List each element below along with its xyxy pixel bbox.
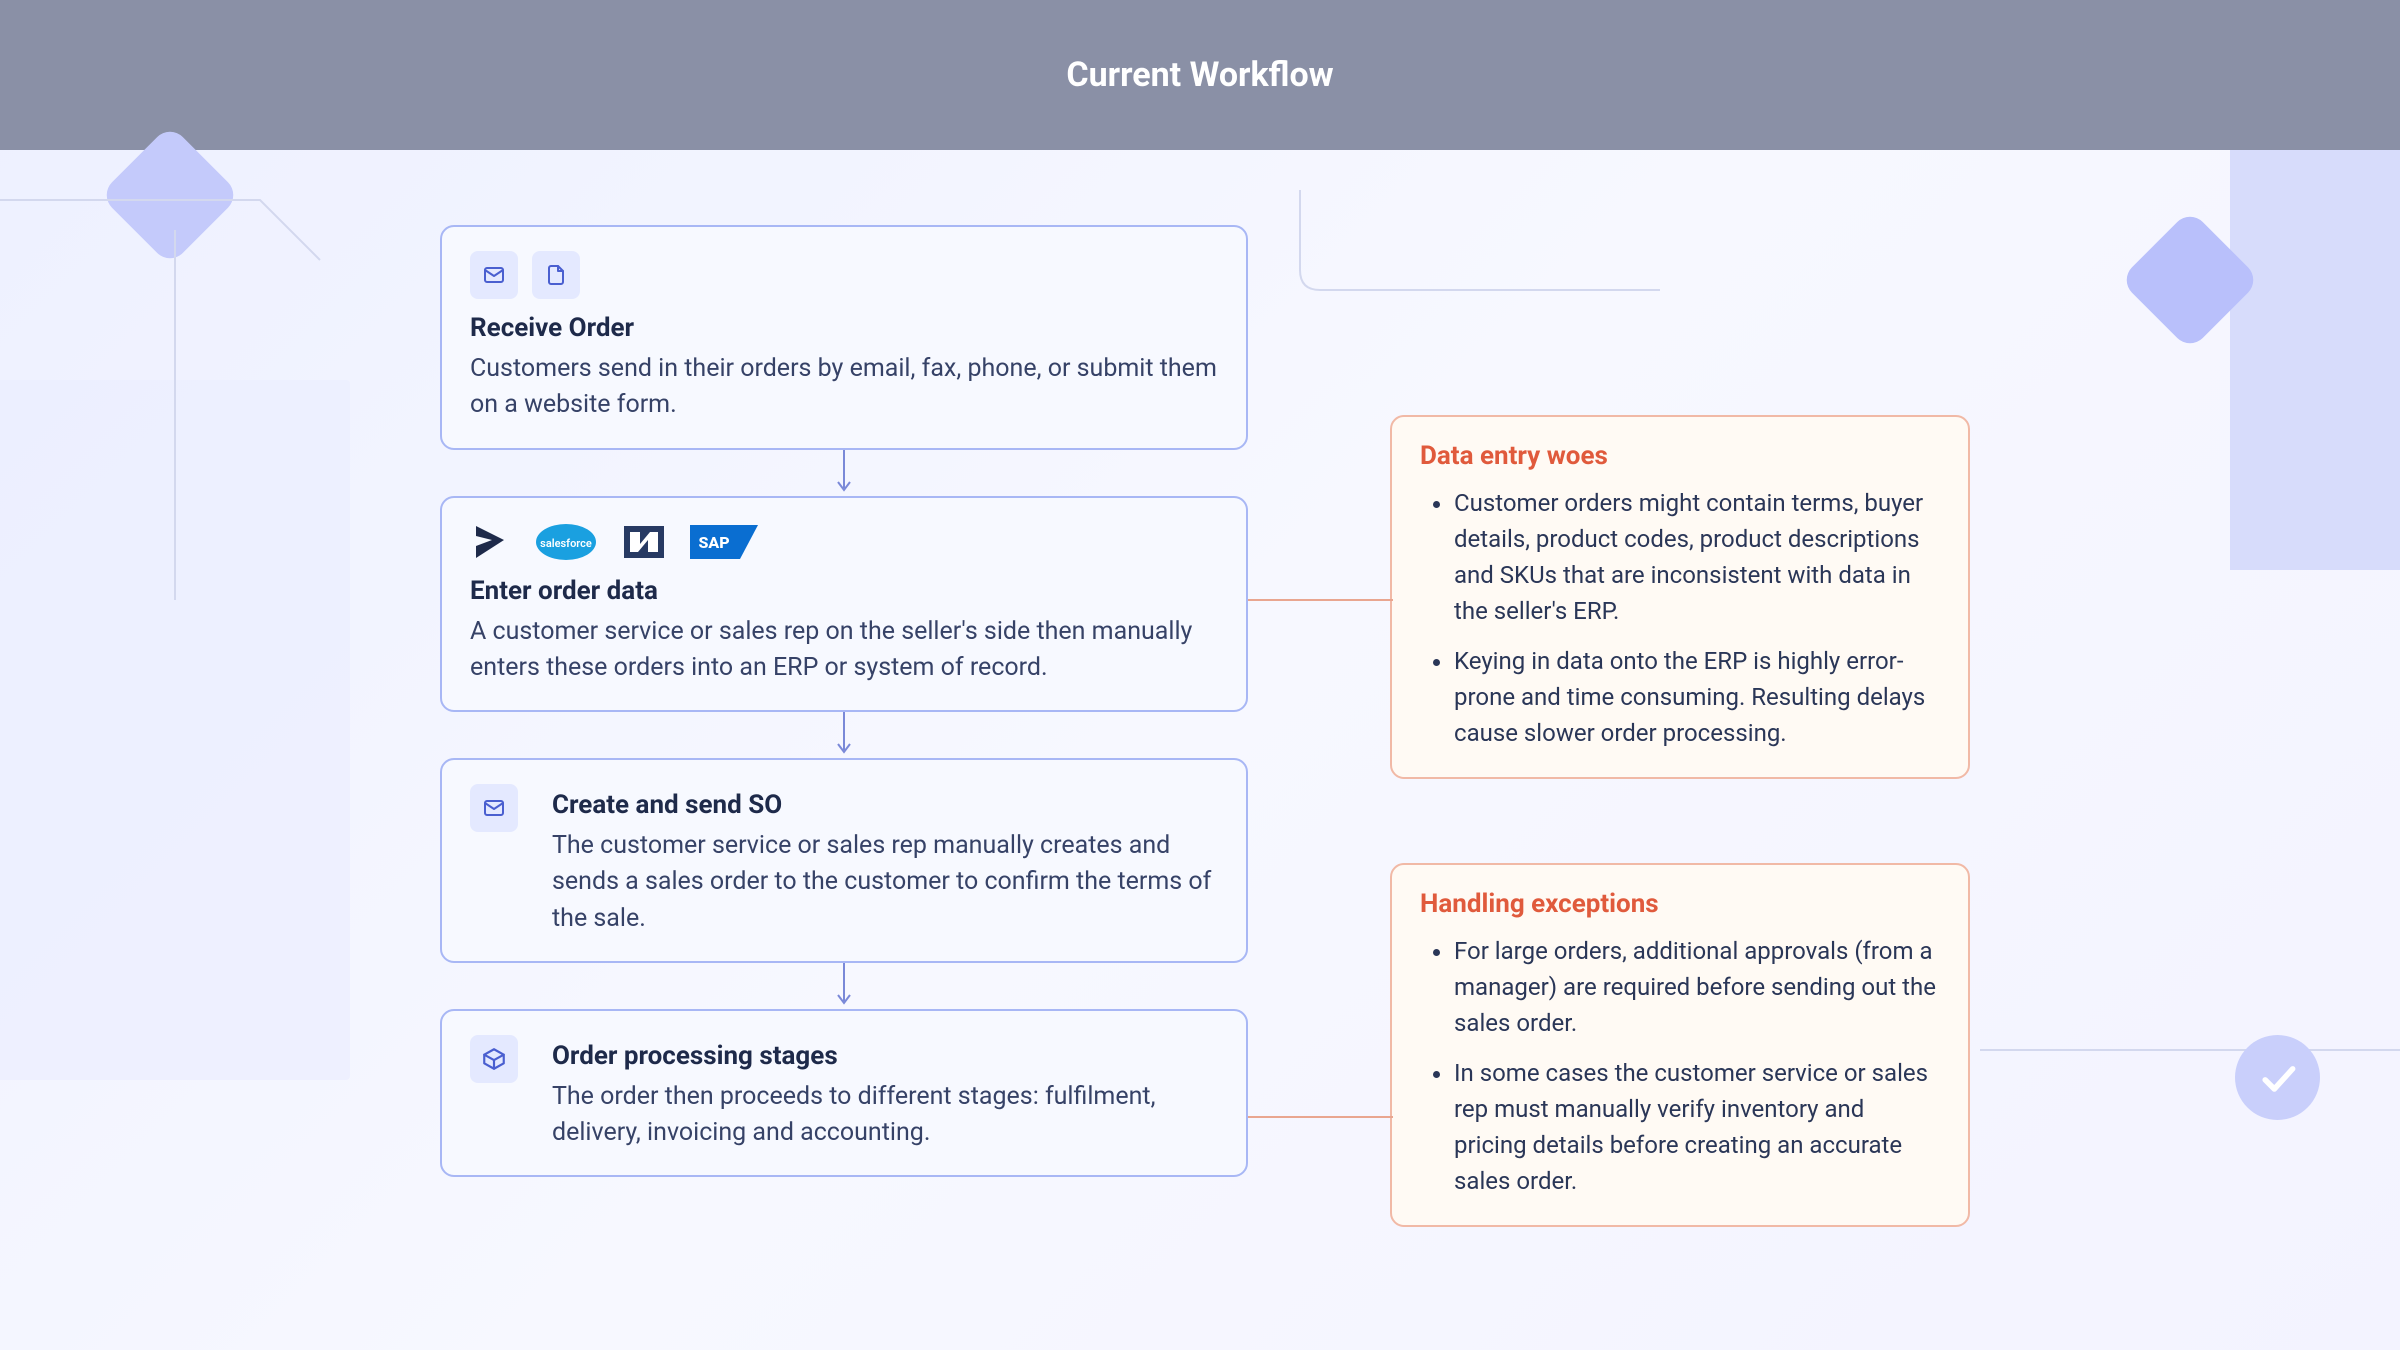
card-title: Receive Order (470, 313, 1218, 343)
workflow-card-receive-order: Receive Order Customers send in their or… (440, 225, 1248, 450)
callout-bullet: Keying in data onto the ERP is highly er… (1454, 643, 1940, 751)
header-bar: Current Workflow (0, 0, 2400, 150)
arrow-down (440, 712, 1248, 758)
card-desc: Customers send in their orders by email,… (470, 351, 1218, 424)
salesforce-logo: salesforce (534, 522, 598, 562)
dynamics-logo (470, 522, 510, 562)
card-title: Enter order data (470, 576, 1218, 606)
page-title: Current Workflow (1066, 55, 1333, 95)
callout-data-entry-woes: Data entry woes Customer orders might co… (1390, 415, 1970, 779)
callout-title: Data entry woes (1420, 441, 1940, 471)
card-title: Create and send SO (552, 790, 1218, 820)
workflow-column: Receive Order Customers send in their or… (440, 225, 1248, 1177)
connector-line (1248, 590, 1393, 610)
box-icon (470, 1035, 518, 1083)
erp-logos-row: salesforce SAP (470, 522, 1218, 562)
workflow-card-enter-order-data: salesforce SAP Enter order data A custom… (440, 496, 1248, 713)
arrow-down (440, 450, 1248, 496)
callout-bullet: For large orders, additional approvals (… (1454, 933, 1940, 1041)
svg-text:salesforce: salesforce (540, 537, 592, 550)
netsuite-logo (622, 522, 666, 562)
card-title: Order processing stages (552, 1041, 1218, 1071)
document-icon (532, 251, 580, 299)
arrow-down (440, 963, 1248, 1009)
callout-title: Handling exceptions (1420, 889, 1940, 919)
svg-text:SAP: SAP (698, 533, 729, 552)
callout-bullets: For large orders, additional approvals (… (1420, 933, 1940, 1199)
mail-icon (470, 251, 518, 299)
canvas: Receive Order Customers send in their or… (0, 150, 2400, 1350)
workflow-card-order-processing: Order processing stages The order then p… (440, 1009, 1248, 1178)
card-desc: A customer service or sales rep on the s… (470, 614, 1218, 687)
card-desc: The customer service or sales rep manual… (552, 828, 1218, 937)
connector-line (1248, 1107, 1393, 1127)
mail-icon (470, 784, 518, 832)
workflow-card-create-send-so: Create and send SO The customer service … (440, 758, 1248, 963)
sap-logo: SAP (690, 522, 758, 562)
callout-handling-exceptions: Handling exceptions For large orders, ad… (1390, 863, 1970, 1227)
callout-bullets: Customer orders might contain terms, buy… (1420, 485, 1940, 751)
callout-bullet: In some cases the customer service or sa… (1454, 1055, 1940, 1199)
card-desc: The order then proceeds to different sta… (552, 1079, 1218, 1152)
callout-bullet: Customer orders might contain terms, buy… (1454, 485, 1940, 629)
